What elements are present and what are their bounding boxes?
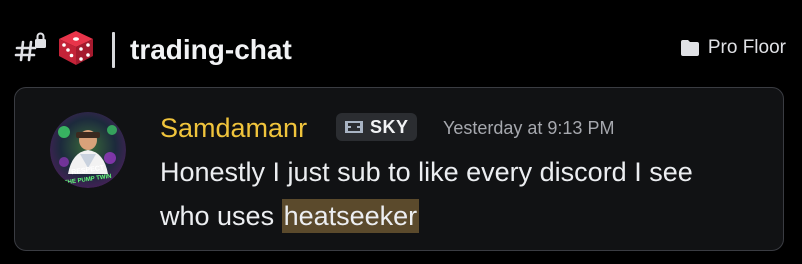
header-divider — [112, 32, 115, 68]
category-name: Pro Floor — [707, 37, 786, 58]
sky-tag-icon — [345, 121, 363, 133]
server-tag-badge[interactable]: SKY — [336, 113, 417, 141]
author-name[interactable]: Samdamanr — [160, 111, 307, 145]
message-content: Honestly I just sub to like every discor… — [160, 150, 720, 238]
tag-label: SKY — [370, 116, 409, 137]
channel-header: trading-chat Pro Floor — [0, 0, 802, 86]
message-text: Honestly I just sub to like every discor… — [160, 157, 693, 231]
discord-message-view: trading-chat Pro Floor RESPECT THE PUMP … — [0, 0, 802, 264]
category-link[interactable]: Pro Floor — [680, 34, 786, 62]
hash-lock-icon — [14, 32, 46, 62]
avatar-image: RESPECT THE PUMP TWIN — [50, 112, 126, 188]
message-timestamp[interactable]: Yesterday at 9:13 PM — [443, 118, 614, 139]
channel-name[interactable]: trading-chat — [130, 30, 292, 70]
highlighted-keyword: heatseeker — [281, 199, 420, 233]
avatar[interactable]: RESPECT THE PUMP TWIN — [50, 112, 126, 188]
folder-icon — [680, 40, 699, 56]
message-card: RESPECT THE PUMP TWIN Samdamanr SKY Yest… — [14, 87, 784, 251]
dice-icon — [59, 31, 93, 65]
